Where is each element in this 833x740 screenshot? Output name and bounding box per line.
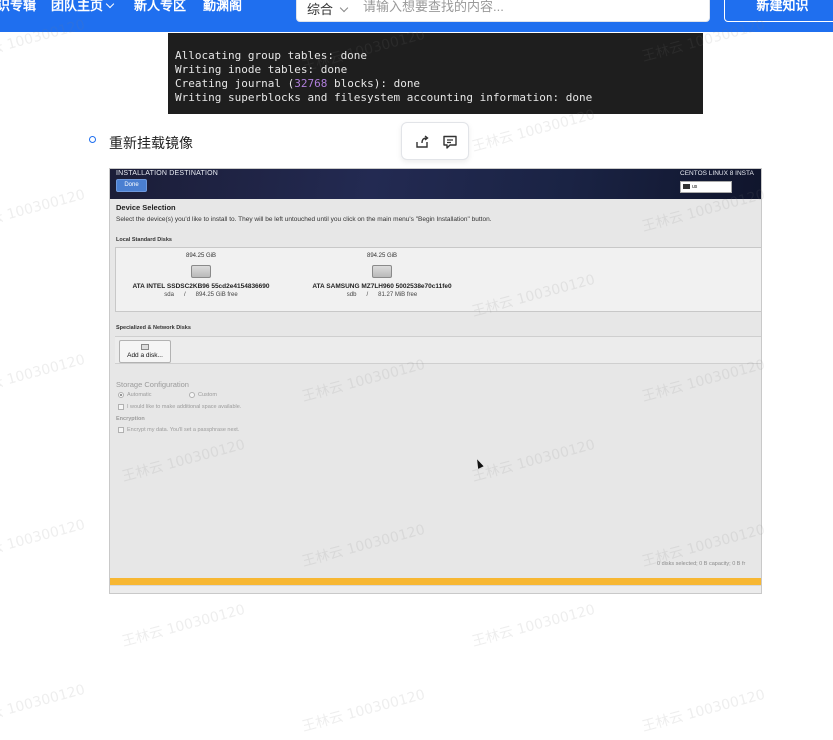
terminal-line: Allocating group tables: done — [175, 49, 368, 62]
mouse-cursor-icon — [474, 458, 484, 469]
encrypt-checkbox[interactable] — [118, 427, 124, 433]
encrypt-label: Encrypt my data. You'll set a passphrase… — [127, 427, 240, 433]
disk-meta: sdb / 81.27 MiB free — [346, 292, 418, 298]
top-navigation-bar: 识专辑 团队主页 新人专区 勤渊阁 综合 新建知识 — [0, 0, 833, 32]
search-category-select[interactable]: 综合 — [307, 0, 349, 18]
installer-bottom-strip — [110, 585, 761, 593]
automatic-radio[interactable] — [118, 392, 124, 398]
nav-item-album[interactable]: 识专辑 — [0, 0, 36, 13]
disk-size: 894.25 GiB — [366, 253, 398, 259]
disk-meta: sda / 894.25 GiB free — [164, 292, 238, 298]
storage-config-heading: Storage Configuration — [116, 380, 189, 389]
disk-size: 894.25 GiB — [185, 253, 217, 259]
custom-label: Custom — [198, 392, 217, 398]
add-disk-button[interactable]: Add a disk... — [119, 340, 171, 363]
nav-item-label: 团队主页 — [51, 0, 104, 13]
terminal-line: Creating journal (32768 blocks): done — [175, 77, 421, 90]
device-instructions: Select the device(s) you'd like to insta… — [116, 216, 492, 223]
disk-sda[interactable]: 894.25 GiB ATA INTEL SSDSC2KB96 55cd2e41… — [121, 248, 281, 308]
disk-selection-summary: 0 disks selected; 0 B capacity; 0 B fr — [657, 561, 746, 567]
automatic-label: Automatic — [127, 392, 152, 398]
network-disks-panel: Add a disk... — [115, 336, 761, 364]
disk-add-icon — [141, 344, 149, 350]
list-bullet — [89, 136, 96, 143]
local-disks-panel: 894.25 GiB ATA INTEL SSDSC2KB96 55cd2e41… — [115, 247, 761, 312]
chevron-down-icon — [339, 3, 349, 13]
hard-disk-icon — [372, 265, 392, 278]
installer-screenshot: INSTALLATION DESTINATION Done CENTOS LIN… — [109, 168, 762, 594]
watermark: 王林云 100300120 — [0, 186, 87, 236]
watermark: 王林云 100300120 — [0, 351, 87, 401]
nav-item-newcomer[interactable]: 新人专区 — [134, 0, 186, 13]
done-button[interactable]: Done — [116, 179, 147, 192]
nav-item-team-home[interactable]: 团队主页 — [51, 0, 115, 13]
installer-header: INSTALLATION DESTINATION Done CENTOS LIN… — [110, 169, 761, 199]
watermark: 王林云 100300120 — [120, 601, 247, 651]
watermark: 王林云 100300120 — [0, 516, 87, 566]
warning-bar — [110, 578, 761, 585]
extra-space-label: I would like to make additional space av… — [127, 404, 242, 410]
keyboard-icon — [683, 184, 690, 189]
network-disks-heading: Specialized & Network Disks — [116, 325, 191, 331]
custom-radio[interactable] — [189, 392, 195, 398]
search-box: 综合 — [296, 0, 710, 22]
comment-icon[interactable] — [442, 134, 458, 150]
floating-toolbar — [401, 122, 469, 160]
new-knowledge-button[interactable]: 新建知识 — [724, 0, 833, 22]
nav-item-qinyuange[interactable]: 勤渊阁 — [203, 0, 242, 13]
search-category-label: 综合 — [307, 2, 334, 17]
installer-title: INSTALLATION DESTINATION — [116, 170, 219, 177]
encryption-heading: Encryption — [116, 416, 145, 422]
device-selection-heading: Device Selection — [116, 203, 176, 212]
keyboard-layout-indicator[interactable]: us — [680, 181, 732, 193]
product-name: CENTOS LINUX 8 INSTA — [680, 170, 754, 177]
list-item-text: 重新挂载镜像 — [109, 135, 193, 151]
extra-space-checkbox[interactable] — [118, 404, 124, 410]
terminal-line: Writing superblocks and filesystem accou… — [175, 91, 593, 104]
search-input[interactable] — [363, 0, 693, 17]
watermark: 王林云 100300120 — [0, 681, 87, 731]
disk-name: ATA INTEL SSDSC2KB96 55cd2e4154836690 — [132, 283, 270, 290]
watermark: 王林云 100300120 — [640, 686, 767, 736]
share-icon[interactable] — [414, 134, 430, 150]
terminal-line: Writing inode tables: done — [175, 63, 348, 76]
chevron-down-icon — [105, 0, 115, 9]
disk-name: ATA SAMSUNG MZ7LH960 5002538e70c11fe0 — [312, 283, 452, 290]
hard-disk-icon — [191, 265, 211, 278]
disk-sdb[interactable]: 894.25 GiB ATA SAMSUNG MZ7LH960 5002538e… — [302, 248, 462, 308]
watermark: 王林云 100300120 — [470, 601, 597, 651]
terminal-output-block: Allocating group tables: done Writing in… — [168, 33, 703, 114]
local-disks-heading: Local Standard Disks — [116, 237, 172, 243]
watermark: 王林云 100300120 — [300, 686, 427, 736]
